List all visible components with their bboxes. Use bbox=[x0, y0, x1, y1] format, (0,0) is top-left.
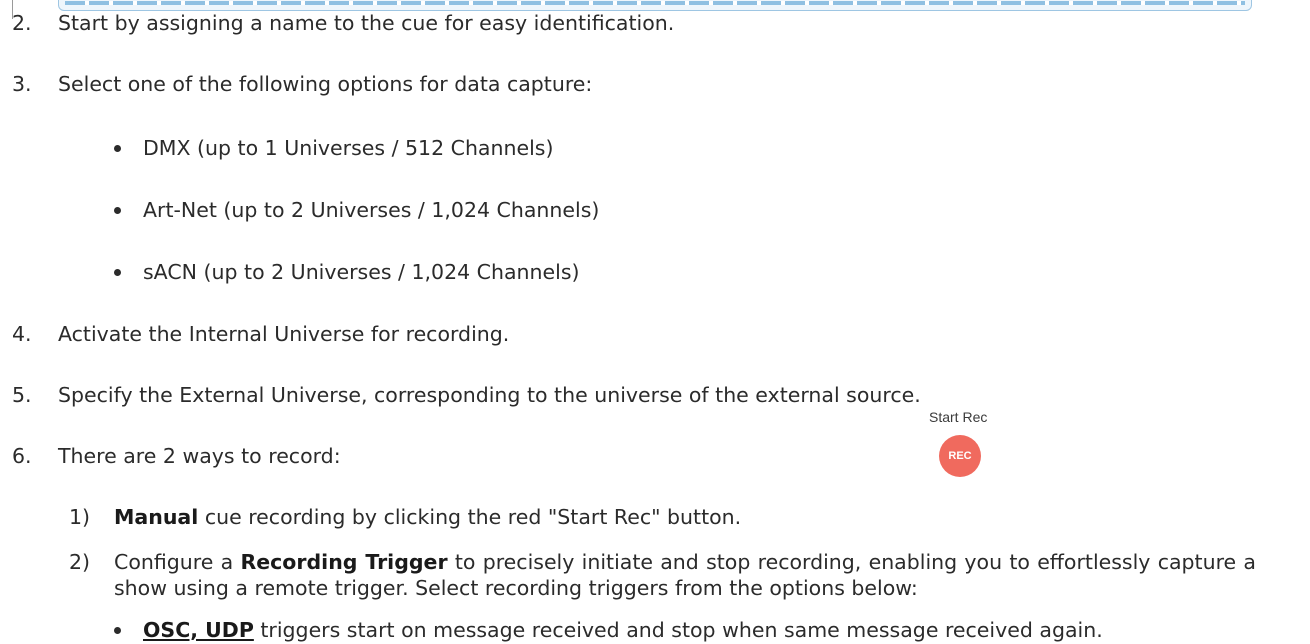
start-rec-button[interactable]: REC bbox=[939, 435, 981, 477]
trigger-osc-udp-text: OSC, UDP triggers start on message recei… bbox=[143, 618, 1103, 642]
bullet-icon bbox=[114, 627, 121, 634]
step-6-text: There are 2 ways to record: bbox=[58, 444, 341, 468]
sub-step-1-text: Manual cue recording by clicking the red… bbox=[114, 505, 742, 529]
step-number-5: 5. bbox=[12, 383, 32, 407]
osc-udp-bold: OSC, UDP bbox=[143, 618, 254, 642]
sub-step-2-text: Configure a Recording Trigger to precise… bbox=[114, 550, 1256, 600]
step-2-text: Start by assigning a name to the cue for… bbox=[58, 11, 675, 35]
step-number-4: 4. bbox=[12, 322, 32, 346]
sub-step-number-1: 1) bbox=[69, 505, 91, 529]
manual-bold: Manual bbox=[114, 505, 199, 529]
start-rec-label: Start Rec bbox=[929, 409, 988, 425]
option-artnet: Art-Net (up to 2 Universes / 1,024 Chann… bbox=[143, 198, 600, 222]
step-number-6: 6. bbox=[12, 444, 32, 468]
rec-button-text: REC bbox=[948, 450, 972, 462]
step-5-text: Specify the External Universe, correspon… bbox=[58, 383, 921, 407]
option-dmx: DMX (up to 1 Universes / 512 Channels) bbox=[143, 136, 554, 160]
step-4-text: Activate the Internal Universe for recor… bbox=[58, 322, 510, 346]
bullet-icon bbox=[114, 145, 121, 152]
sub-step-number-2: 2) bbox=[69, 550, 91, 574]
step-number-2: 2. bbox=[12, 11, 32, 35]
bullet-icon bbox=[114, 207, 121, 214]
bullet-icon bbox=[114, 269, 121, 276]
step-number-3: 3. bbox=[12, 72, 32, 96]
option-sacn: sACN (up to 2 Universes / 1,024 Channels… bbox=[143, 260, 580, 284]
step-3-text: Select one of the following options for … bbox=[58, 72, 593, 96]
recording-trigger-bold: Recording Trigger bbox=[240, 550, 448, 574]
